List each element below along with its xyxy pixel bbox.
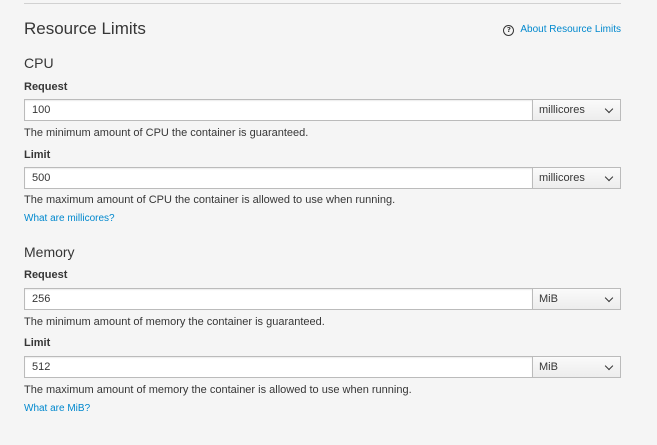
cpu-limit-help: The maximum amount of CPU the container … — [24, 194, 396, 206]
memory-request-help: The minimum amount of memory the contain… — [24, 316, 325, 328]
chevron-down-icon — [604, 172, 614, 181]
memory-limit-unit-value: MiB — [539, 361, 558, 373]
what-are-millicores-link[interactable]: What are millicores? — [24, 212, 115, 226]
cpu-limit-unit-select[interactable]: millicores — [532, 167, 621, 189]
cpu-request-unit-value: millicores — [539, 104, 585, 116]
cpu-request-row: millicores — [24, 99, 621, 121]
chevron-down-icon — [604, 104, 614, 113]
cpu-limit-row: millicores — [24, 167, 621, 189]
memory-limit-help: The maximum amount of memory the contain… — [24, 384, 412, 396]
cpu-request-input[interactable] — [24, 99, 532, 121]
chevron-down-icon — [604, 293, 614, 302]
question-circle-icon: ? — [503, 24, 515, 36]
cpu-limit-input[interactable] — [24, 167, 532, 189]
section-divider — [24, 3, 621, 4]
cpu-limit-label: Limit — [24, 149, 51, 161]
about-resource-limits-label: About Resource Limits — [520, 24, 621, 35]
memory-request-row: MiB — [24, 288, 621, 310]
cpu-request-unit-select[interactable]: millicores — [532, 99, 621, 121]
about-resource-limits-link[interactable]: ? About Resource Limits — [503, 23, 621, 37]
memory-group-title: Memory — [24, 244, 75, 260]
memory-request-unit-value: MiB — [539, 293, 558, 305]
memory-request-label: Request — [24, 269, 68, 281]
cpu-group-title: CPU — [24, 55, 54, 71]
memory-limit-input[interactable] — [24, 356, 532, 378]
cpu-limit-unit-value: millicores — [539, 172, 585, 184]
chevron-down-icon — [604, 361, 614, 370]
what-are-mib-link[interactable]: What are MiB? — [24, 402, 90, 416]
cpu-request-help: The minimum amount of CPU the container … — [24, 127, 309, 139]
memory-limit-unit-select[interactable]: MiB — [532, 356, 621, 378]
memory-limit-row: MiB — [24, 356, 621, 378]
memory-request-input[interactable] — [24, 288, 532, 310]
section-title: Resource Limits — [24, 19, 146, 38]
cpu-request-label: Request — [24, 81, 68, 93]
memory-limit-label: Limit — [24, 337, 51, 349]
memory-request-unit-select[interactable]: MiB — [532, 288, 621, 310]
